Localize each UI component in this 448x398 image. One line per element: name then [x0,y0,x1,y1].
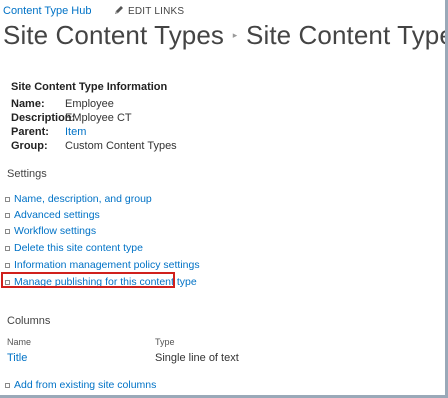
page-title: Site Content Types ▸ Site Content Type [3,20,448,51]
info-key: Group: [11,140,48,152]
info-key: Parent: [11,126,49,138]
bullet-icon [5,263,10,268]
columns-heading: Columns [7,315,51,327]
bullet-icon [5,213,10,218]
highlight-box [1,272,175,288]
bullet-icon [5,246,10,251]
info-value: Employee [65,98,114,110]
bullet-icon [5,197,10,202]
settings-link-label[interactable]: Delete this site content type [14,242,143,254]
content-type-hub-link[interactable]: Content Type Hub [3,5,91,17]
column-header-name: Name [7,337,32,347]
info-value: Custom Content Types [65,140,177,152]
title-site-content-types-link[interactable]: Site Content Types [3,20,224,50]
column-title-link[interactable]: Title [7,352,27,364]
page-frame: Content Type Hub EDIT LINKS Site Content… [0,0,448,398]
info-key: Name: [11,98,45,110]
settings-link-label[interactable]: Information management policy settings [14,259,200,271]
bullet-icon [5,383,10,388]
add-columns-label[interactable]: Add from existing site columns [14,379,156,391]
top-bar: Content Type Hub EDIT LINKS [3,5,184,21]
breadcrumb-arrow-icon: ▸ [232,30,238,40]
column-type-value: Single line of text [155,352,239,364]
column-header-type: Type [155,337,175,347]
title-current-page: Site Content Type [246,20,448,50]
settings-link-label[interactable]: Advanced settings [14,209,100,221]
pencil-icon [115,6,123,14]
parent-item-link[interactable]: Item [65,126,86,138]
edit-links-label: EDIT LINKS [128,6,185,17]
settings-link-label[interactable]: Workflow settings [14,225,96,237]
edit-links-button[interactable]: EDIT LINKS [114,5,184,17]
settings-heading: Settings [7,168,47,180]
bullet-icon [5,229,10,234]
settings-link-label[interactable]: Name, description, and group [14,193,152,205]
info-value: EMployee CT [65,112,132,124]
info-heading: Site Content Type Information [11,81,168,93]
